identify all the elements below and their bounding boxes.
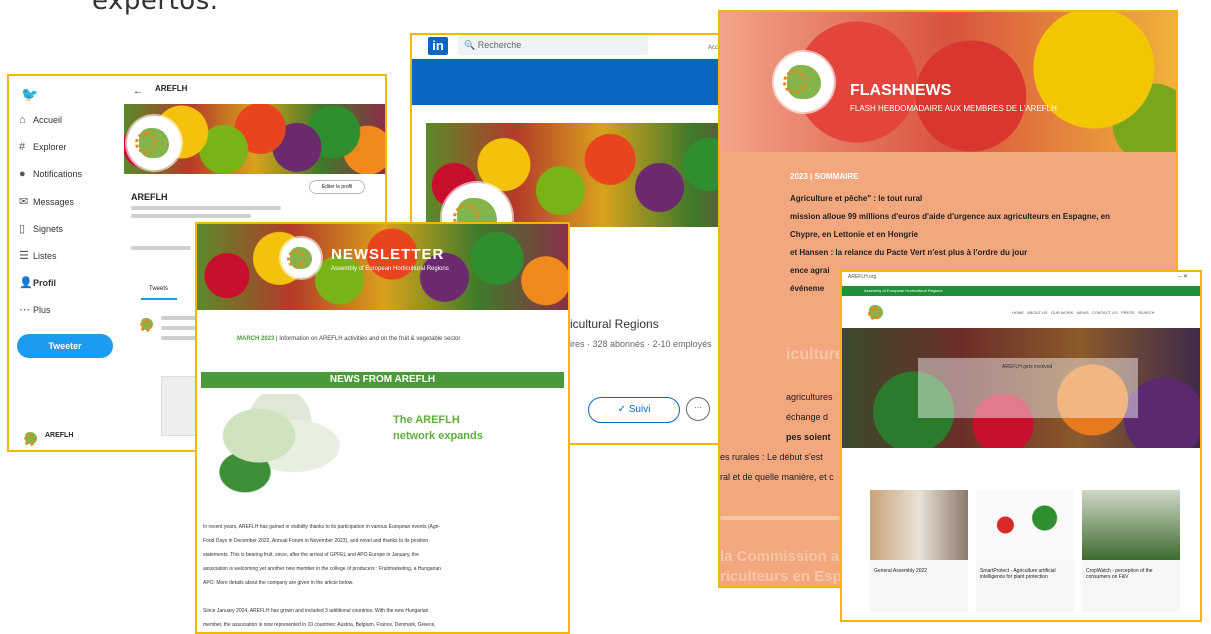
summary-item[interactable]: ence agrai bbox=[790, 266, 830, 275]
body-fragment: agricultures bbox=[786, 392, 833, 402]
menu-press[interactable]: PRESS bbox=[1121, 310, 1135, 315]
site-logo[interactable] bbox=[864, 300, 888, 324]
bell-icon: ● bbox=[19, 168, 26, 180]
menu-about[interactable]: ABOUT US bbox=[1027, 310, 1047, 315]
bio-line bbox=[131, 246, 191, 250]
website-screenshot: AREFLH.org – ✕ Assembly of European Hort… bbox=[840, 270, 1202, 622]
paragraph-line: member, the association is now represent… bbox=[203, 622, 436, 628]
paragraph-line: statements. This is bearing fruit, since… bbox=[203, 552, 419, 558]
tab-underline bbox=[141, 298, 177, 300]
tab-tweets[interactable]: Tweets bbox=[149, 286, 168, 292]
body-fragment: ral et de quelle manière, et c bbox=[720, 472, 834, 482]
paragraph-line: In recent years, AREFLH has gained in vi… bbox=[203, 524, 441, 530]
paragraph-line: Food Days in December 2022, Annual Forum… bbox=[203, 538, 429, 544]
menu-news[interactable]: NEWS bbox=[1077, 310, 1089, 315]
article-link-line[interactable] bbox=[720, 516, 840, 520]
mail-icon: ✉ bbox=[19, 196, 29, 208]
bookmark-icon: ▯ bbox=[19, 223, 26, 235]
summary-item[interactable]: mission alloue 99 millions d'euros d'aid… bbox=[790, 212, 1110, 221]
summary-item[interactable]: événeme bbox=[790, 284, 824, 293]
intro-line: MARCH 2023 | Information on AREFLH activ… bbox=[237, 336, 461, 342]
tweet-button[interactable]: Tweeter bbox=[17, 334, 113, 358]
profile-avatar[interactable] bbox=[127, 116, 181, 170]
summary-item[interactable]: Agriculture et pêche" : le tout rural bbox=[790, 194, 922, 203]
window-controls[interactable]: – ✕ bbox=[1178, 273, 1188, 280]
profile-name: AREFLH bbox=[131, 192, 168, 202]
account-name: AREFLH bbox=[45, 432, 74, 439]
linkedin-logo-icon[interactable]: in bbox=[428, 37, 448, 55]
more-button[interactable]: ··· bbox=[686, 397, 710, 421]
org-name: icultural Regions bbox=[570, 317, 659, 331]
summary-item[interactable]: Chypre, en Lettonie et en Hongrie bbox=[790, 230, 918, 239]
site-top-bar-text: Assembly of European Horticultural Regio… bbox=[864, 288, 943, 293]
article-heading: riculteurs en Espa bbox=[720, 568, 851, 585]
list-icon: ☰ bbox=[19, 250, 29, 262]
header-name: AREFLH bbox=[155, 84, 188, 93]
summary-heading: 2023 | SOMMAIRE bbox=[790, 172, 859, 181]
nav-item-home[interactable]: ⌂ Accueil bbox=[19, 114, 129, 141]
card-title: General Assembly 2022 bbox=[874, 568, 928, 574]
follow-button[interactable]: ✓ Suivi bbox=[588, 397, 680, 423]
menu-contact[interactable]: CONTACT US bbox=[1092, 310, 1118, 315]
edit-profile-button[interactable]: Éditer le profil bbox=[309, 180, 365, 194]
card-image bbox=[1082, 490, 1180, 560]
nav-item-messages[interactable]: ✉ Messages bbox=[19, 195, 129, 222]
headline-line: network expands bbox=[393, 430, 483, 442]
back-arrow-icon[interactable]: ← bbox=[133, 86, 143, 97]
paragraph-line: APO. More details about the company are … bbox=[203, 580, 354, 586]
summary-item[interactable]: et Hansen : la relance du Pacte Vert n'e… bbox=[790, 248, 1027, 257]
headline-line: The AREFLH bbox=[393, 414, 460, 426]
card-image bbox=[870, 490, 968, 560]
user-icon: 👤 bbox=[19, 277, 33, 289]
newsletter-screenshot: NEWSLETTER Assembly of European Horticul… bbox=[195, 222, 570, 634]
bio-line bbox=[131, 206, 281, 210]
browser-title: AREFLH.org bbox=[848, 274, 877, 280]
body-fragment: es rurales : Le début s'est bbox=[720, 452, 823, 462]
bio-line bbox=[131, 214, 251, 218]
home-icon: ⌂ bbox=[19, 114, 26, 126]
news-card[interactable]: CropWatch - perception of the consumers … bbox=[1082, 490, 1180, 612]
tweet-avatar bbox=[137, 314, 157, 334]
search-field[interactable]: 🔍 Recherche bbox=[458, 35, 648, 55]
card-image bbox=[976, 490, 1074, 560]
nav-item-profile[interactable]: 👤Profil bbox=[19, 276, 129, 303]
card-title: CropWatch - perception of the consumers … bbox=[1086, 568, 1153, 580]
nav-item-explore[interactable]: # Explorer bbox=[19, 141, 129, 168]
nav-item-bookmarks[interactable]: ▯ Signets bbox=[19, 222, 129, 249]
more-icon: ⋯ bbox=[19, 304, 30, 316]
twitter-nav: ⌂ Accueil # Explorer ● Notifications ✉ Messa… bbox=[19, 114, 129, 330]
flashnews-title: FLASHNEWS bbox=[850, 82, 952, 99]
menu-home[interactable]: HOME bbox=[1012, 310, 1024, 315]
section-heading: iculture bbox=[786, 346, 844, 363]
nav-item-notifications[interactable]: ● Notifications bbox=[19, 168, 129, 195]
section-banner: NEWS FROM AREFLH bbox=[201, 372, 564, 388]
paragraph-line: association is welcoming yet another new… bbox=[203, 566, 441, 572]
org-meta: ires · 328 abonnés · 2-10 employés bbox=[570, 339, 712, 349]
card-title: SmartProtect - Agriculture artificial in… bbox=[980, 568, 1056, 580]
paragraph-line: Since January 2024, AREFLH has grown and… bbox=[203, 608, 429, 614]
nav-item-more[interactable]: ⋯ Plus bbox=[19, 303, 129, 330]
news-card[interactable]: General Assembly 2022 bbox=[870, 490, 968, 612]
hero-title: AREFLH gets involved bbox=[1002, 364, 1053, 370]
nav-item-lists[interactable]: ☰ Listes bbox=[19, 249, 129, 276]
flashnews-logo bbox=[774, 52, 834, 112]
menu-search[interactable]: SEARCH bbox=[1138, 310, 1155, 315]
twitter-bird-icon[interactable]: 🐦 bbox=[21, 86, 38, 103]
flashnews-subtitle: FLASH HEBDOMADAIRE AUX MEMBRES DE L'AREF… bbox=[850, 104, 1057, 113]
caption-text: expertos. bbox=[92, 0, 219, 16]
site-menu: HOME ABOUT US OUR WORK NEWS CONTACT US P… bbox=[1012, 310, 1155, 315]
account-avatar[interactable] bbox=[21, 428, 41, 448]
body-fragment: pes soient bbox=[786, 432, 831, 442]
newsletter-title: NEWSLETTER bbox=[331, 246, 445, 263]
news-card[interactable]: SmartProtect - Agriculture artificial in… bbox=[976, 490, 1074, 612]
hash-icon: # bbox=[19, 141, 26, 153]
newsletter-subtitle: Assembly of European Horticultural Regio… bbox=[331, 266, 449, 272]
body-fragment: échange d bbox=[786, 412, 829, 422]
search-icon: 🔍 bbox=[464, 40, 476, 50]
menu-work[interactable]: OUR WORK bbox=[1051, 310, 1073, 315]
europe-map bbox=[203, 394, 343, 498]
newsletter-logo bbox=[281, 238, 321, 278]
